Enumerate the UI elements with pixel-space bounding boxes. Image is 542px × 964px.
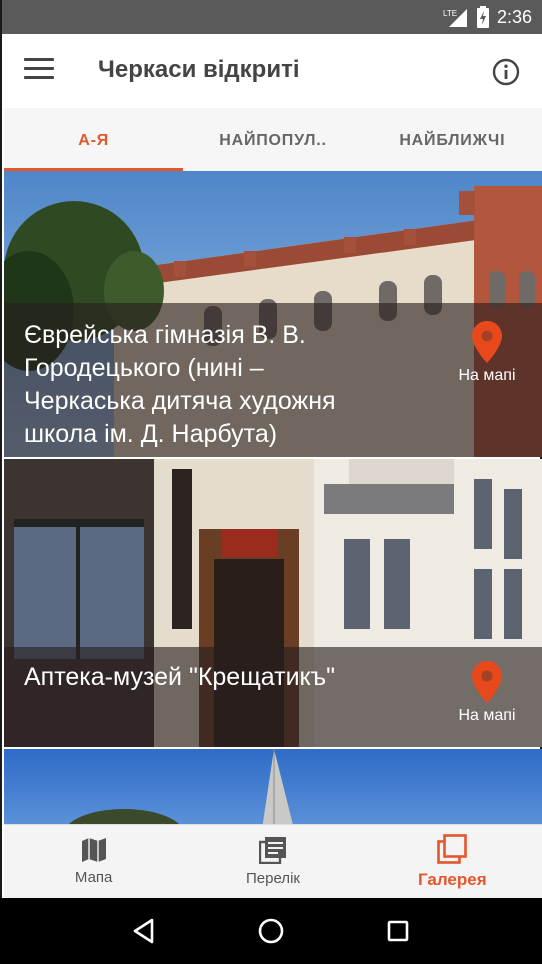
app-frame: LTE 2:36 Черкаси відкриті А-Я НАЙПОПУЛ..… (0, 0, 542, 964)
nav-list-label: Перелік (246, 870, 300, 887)
status-bar: LTE 2:36 (2, 0, 542, 34)
back-triangle-icon (133, 918, 153, 944)
home-button[interactable] (251, 911, 291, 951)
map-pin-icon (472, 321, 502, 363)
place-card[interactable]: Аптека-музей "Крещатикъ" На мапі (4, 459, 542, 747)
recents-square-icon (388, 920, 409, 942)
nav-map-label: Мапа (74, 869, 113, 886)
tab-popular[interactable]: НАЙПОПУЛ.. (183, 108, 362, 171)
nav-gallery[interactable]: Галерея (363, 825, 542, 898)
card-photo (4, 749, 542, 824)
gallery-icon (437, 833, 468, 864)
status-time: 2:36 (496, 6, 532, 27)
list-icon (258, 837, 286, 864)
menu-icon[interactable] (24, 58, 54, 84)
lte-signal-icon: LTE (443, 9, 467, 27)
nav-list[interactable]: Перелік (183, 825, 362, 898)
tab-alphabetical[interactable]: А-Я (4, 108, 184, 171)
back-button[interactable] (124, 911, 164, 951)
place-card[interactable]: Єврейська гімназія В. В. Городецького (н… (4, 171, 542, 457)
bottom-navigation: Мапа Перелік Галерея (4, 824, 542, 898)
map-icon (81, 838, 106, 862)
card-title: Єврейська гімназія В. В. Городецького (н… (24, 321, 336, 448)
gallery-list: Єврейська гімназія В. В. Городецького (н… (4, 171, 542, 824)
home-circle-icon (258, 918, 284, 944)
on-map-button[interactable]: На мапі (452, 661, 522, 725)
system-navigation-bar (0, 898, 542, 964)
svg-text:LTE: LTE (443, 9, 457, 18)
recents-button[interactable] (378, 911, 418, 951)
on-map-label: На мапі (458, 367, 516, 384)
tab-nearest[interactable]: НАЙБЛИЖЧІ (363, 108, 542, 171)
map-pin-icon (472, 661, 502, 703)
on-map-button[interactable]: На мапі (452, 321, 522, 385)
tab-bar: А-Я НАЙПОПУЛ.. НАЙБЛИЖЧІ (4, 108, 542, 171)
card-title: Аптека-музей "Крещатикъ" (24, 663, 335, 691)
place-card[interactable] (4, 749, 542, 824)
app-bar: Черкаси відкриті (4, 34, 542, 108)
nav-map[interactable]: Мапа (4, 825, 183, 898)
on-map-label: На мапі (458, 707, 516, 724)
page-title: Черкаси відкриті (98, 56, 300, 83)
info-icon[interactable] (492, 58, 520, 86)
nav-gallery-label: Галерея (417, 869, 487, 889)
battery-icon (476, 6, 489, 28)
